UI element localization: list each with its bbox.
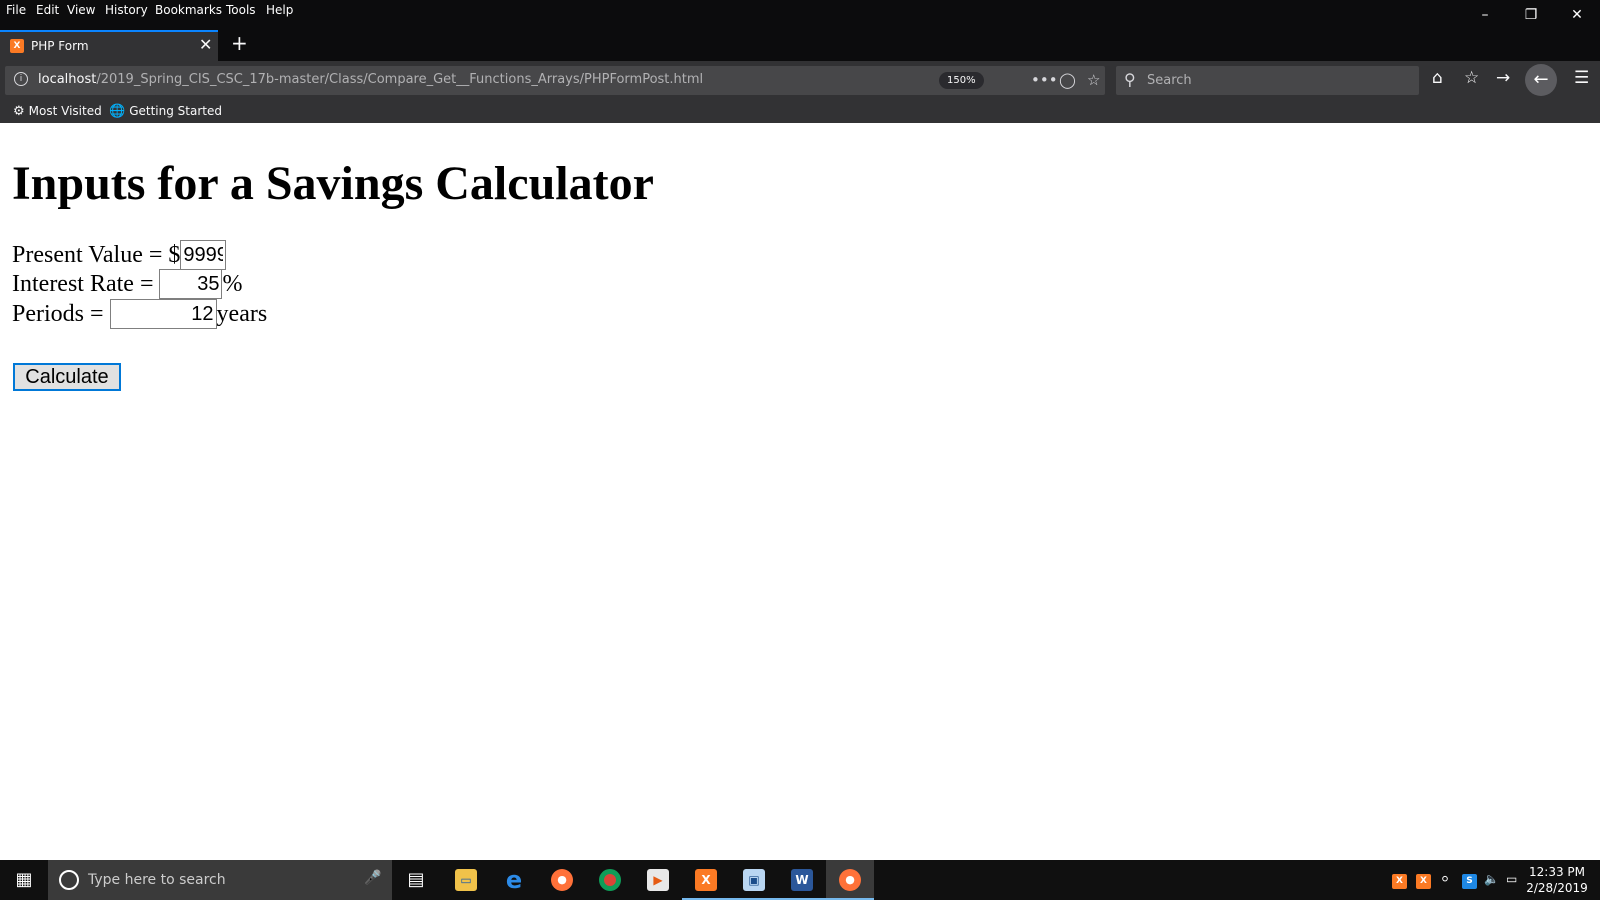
clock[interactable]: 12:33 PM 2/28/2019 bbox=[1522, 864, 1592, 896]
back-icon[interactable]: ← bbox=[1525, 64, 1557, 96]
taskbar-search[interactable]: Type here to search 🎤 bbox=[48, 860, 392, 900]
close-tab-icon[interactable]: ✕ bbox=[199, 35, 212, 54]
menu-help[interactable]: Help bbox=[266, 3, 293, 17]
menu-bar: File Edit View History Bookmarks Tools H… bbox=[0, 0, 1600, 23]
interest-rate-input[interactable] bbox=[159, 269, 223, 299]
cortana-icon bbox=[59, 870, 79, 890]
zoom-indicator[interactable]: 150% bbox=[939, 72, 984, 89]
tab-title: PHP Form bbox=[31, 39, 89, 53]
periods-label: Periods = bbox=[12, 300, 110, 327]
restore-icon[interactable]: ❐ bbox=[1508, 2, 1554, 28]
periods-row: Periods = years bbox=[12, 299, 267, 329]
file-explorer-icon[interactable]: ▭ bbox=[442, 860, 490, 900]
globe-icon: 🌐 bbox=[109, 104, 126, 119]
xampp-tray-icon[interactable]: X bbox=[1392, 872, 1407, 889]
edge-icon[interactable]: e bbox=[490, 860, 538, 900]
home-icon[interactable]: ⌂ bbox=[1432, 68, 1443, 88]
url-path: /2019_Spring_CIS_CSC_17b-master/Class/Co… bbox=[96, 72, 704, 87]
taskbar-search-placeholder: Type here to search bbox=[88, 872, 226, 888]
bookmark-label: Getting Started bbox=[129, 104, 222, 118]
xampp-favicon-icon: X bbox=[10, 39, 24, 53]
present-value-row: Present Value = $ bbox=[12, 240, 227, 270]
url-host: localhost bbox=[38, 72, 97, 87]
interest-rate-label: Interest Rate = bbox=[12, 270, 160, 297]
page-title: Inputs for a Savings Calculator bbox=[12, 157, 654, 210]
calculate-button[interactable]: Calculate bbox=[13, 363, 121, 391]
tab-php-form[interactable]: X PHP Form ✕ bbox=[0, 30, 218, 61]
interest-rate-row: Interest Rate = % bbox=[12, 269, 242, 299]
xampp-tray-icon-2[interactable]: X bbox=[1416, 872, 1431, 889]
search-bar[interactable]: ⚲ Search bbox=[1116, 66, 1419, 95]
bookmark-most-visited[interactable]: ⚙ Most Visited bbox=[13, 104, 102, 119]
pocket-icon[interactable]: ◯ bbox=[1059, 71, 1076, 89]
menu-edit[interactable]: Edit bbox=[36, 3, 59, 17]
bookmark-label: Most Visited bbox=[28, 104, 102, 118]
hamburger-menu-icon[interactable]: ☰ bbox=[1574, 68, 1589, 88]
task-view-icon[interactable]: ▤ bbox=[392, 860, 440, 900]
browser-chrome: File Edit View History Bookmarks Tools H… bbox=[0, 0, 1600, 123]
menu-history[interactable]: History bbox=[105, 3, 148, 17]
page-content: Inputs for a Savings Calculator Present … bbox=[0, 123, 1600, 860]
network-icon[interactable]: ▭ bbox=[1506, 872, 1517, 886]
info-icon[interactable]: i bbox=[14, 72, 28, 86]
page-actions-icon[interactable]: ••• bbox=[1031, 71, 1058, 89]
interest-rate-suffix: % bbox=[222, 270, 243, 297]
new-tab-icon[interactable]: + bbox=[231, 31, 248, 55]
url-text[interactable]: localhost/2019_Spring_CIS_CSC_17b-master… bbox=[38, 72, 703, 87]
bookmarks-toolbar: ⚙ Most Visited 🌐 Getting Started bbox=[0, 99, 1600, 123]
virtualbox-icon[interactable]: ▣ bbox=[730, 860, 778, 900]
clock-time: 12:33 PM bbox=[1529, 865, 1585, 879]
gear-icon: ⚙ bbox=[13, 104, 25, 119]
library-icon[interactable]: ☆ bbox=[1464, 68, 1479, 88]
navigation-bar: i localhost/2019_Spring_CIS_CSC_17b-mast… bbox=[0, 61, 1600, 99]
firefox-active-icon[interactable]: ● bbox=[826, 860, 874, 900]
skype-tray-icon[interactable]: S bbox=[1462, 872, 1477, 889]
search-placeholder: Search bbox=[1147, 73, 1192, 88]
clock-date: 2/28/2019 bbox=[1526, 881, 1588, 895]
menu-view[interactable]: View bbox=[67, 3, 95, 17]
forward-icon[interactable]: → bbox=[1496, 68, 1510, 88]
close-window-icon[interactable]: ✕ bbox=[1554, 2, 1600, 28]
firefox-icon[interactable]: ● bbox=[538, 860, 586, 900]
word-icon[interactable]: W bbox=[778, 860, 826, 900]
menu-file[interactable]: File bbox=[6, 3, 26, 17]
periods-suffix: years bbox=[216, 300, 268, 327]
taskbar: ▦ Type here to search 🎤 ▤ ▭ e ● ▶ X ▣ W … bbox=[0, 860, 1600, 900]
chrome-icon[interactable] bbox=[586, 860, 634, 900]
search-icon: ⚲ bbox=[1124, 70, 1136, 89]
microphone-icon[interactable]: 🎤 bbox=[364, 870, 381, 886]
tab-strip: X PHP Form ✕ + bbox=[0, 30, 1600, 61]
url-bar[interactable]: i localhost/2019_Spring_CIS_CSC_17b-mast… bbox=[5, 66, 1105, 95]
present-value-input[interactable] bbox=[180, 240, 227, 270]
minimize-icon[interactable]: – bbox=[1462, 2, 1508, 28]
tray-app-icon[interactable]: ⚪ bbox=[1440, 872, 1450, 886]
periods-input[interactable] bbox=[109, 299, 217, 329]
bookmark-getting-started[interactable]: 🌐 Getting Started bbox=[109, 104, 222, 119]
bookmark-star-icon[interactable]: ☆ bbox=[1087, 71, 1100, 89]
menu-bookmarks[interactable]: Bookmarks bbox=[155, 3, 222, 17]
volume-icon[interactable]: 🔈 bbox=[1484, 872, 1499, 886]
xampp-icon[interactable]: X bbox=[682, 860, 730, 900]
menu-tools[interactable]: Tools bbox=[226, 3, 256, 17]
media-player-icon[interactable]: ▶ bbox=[634, 860, 682, 900]
windows-start-icon[interactable]: ▦ bbox=[0, 860, 48, 900]
present-value-label: Present Value = $ bbox=[12, 241, 181, 268]
